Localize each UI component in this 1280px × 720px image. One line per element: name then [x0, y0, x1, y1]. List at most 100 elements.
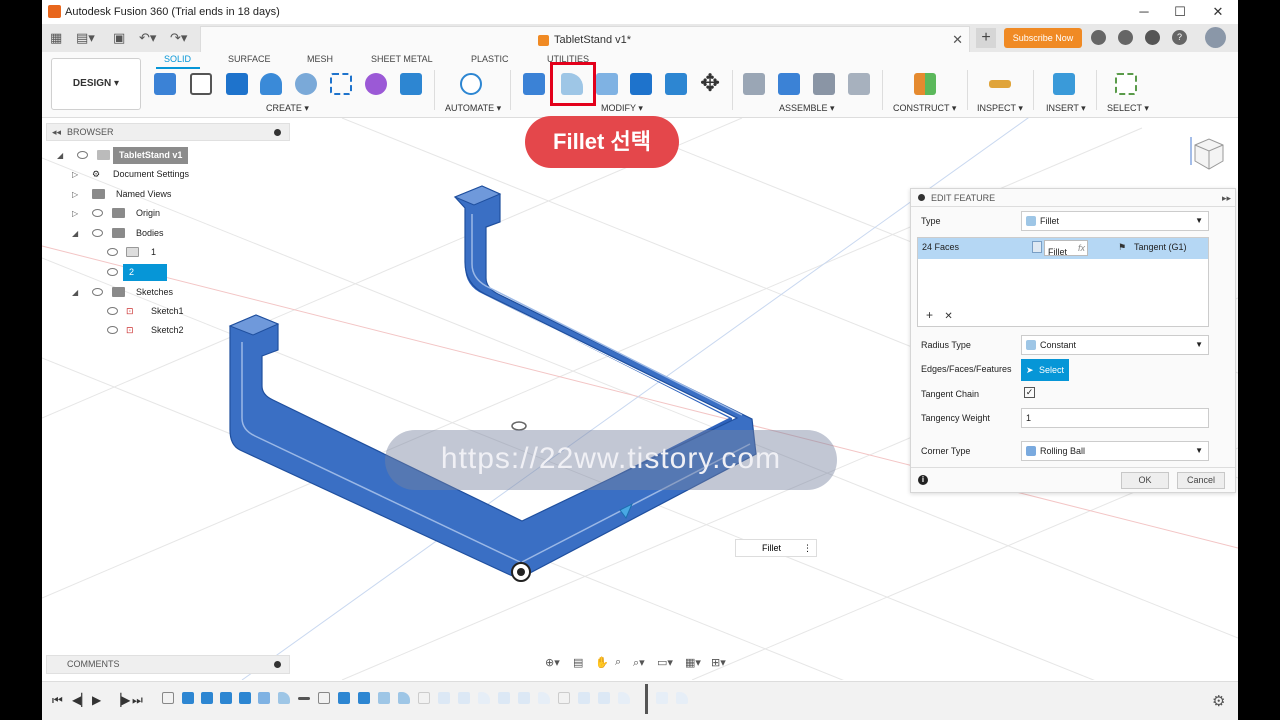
select-tool[interactable] — [1112, 70, 1140, 98]
hidden-eye-icon[interactable] — [107, 307, 118, 315]
look-at-icon[interactable]: ▤ — [573, 656, 583, 669]
browser-item-sketches[interactable]: ◢ Sketches — [72, 284, 232, 301]
expand-triangle-icon[interactable]: ◢ — [57, 147, 63, 164]
user-avatar[interactable] — [1205, 27, 1226, 48]
timeline-chamfer-icon[interactable] — [258, 692, 270, 704]
visibility-eye-icon[interactable] — [77, 151, 88, 159]
edit-feature-header[interactable]: EDIT FEATURE ▸▸ — [911, 189, 1235, 207]
display-settings-icon[interactable]: ▭▾ — [657, 656, 673, 669]
selection-list[interactable]: 24 Faces Fillet fx ⚑ Tangent (G1) + ✕ — [917, 237, 1209, 327]
tablet-stand-body[interactable] — [228, 185, 757, 578]
joint-tool[interactable] — [740, 70, 768, 98]
select-group-label[interactable]: SELECT ▾ — [1107, 103, 1149, 114]
expand-triangle-icon[interactable]: ◢ — [72, 284, 78, 301]
document-tab[interactable]: TabletStand v1* ✕ — [200, 26, 970, 52]
timeline-suppressed-icon[interactable] — [418, 692, 430, 704]
timeline-sketch-icon[interactable] — [318, 692, 330, 704]
timeline-suppressed-icon[interactable] — [498, 692, 510, 704]
close-window-button[interactable]: ✕ — [1205, 3, 1231, 21]
new-component-tool[interactable] — [151, 70, 179, 98]
timeline-suppressed-icon[interactable] — [518, 692, 530, 704]
timeline-suppressed-icon[interactable] — [558, 692, 570, 704]
remove-selection-icon[interactable]: ✕ — [944, 311, 952, 322]
file-menu-icon[interactable]: ▤▾ — [76, 30, 95, 46]
combine-tool[interactable] — [662, 70, 690, 98]
timeline-extrude-icon[interactable] — [182, 692, 194, 704]
hidden-eye-icon[interactable] — [107, 326, 118, 334]
browser-item-named-views[interactable]: ▷ Named Views — [72, 186, 232, 203]
redo-icon[interactable]: ↷▾ — [170, 30, 187, 46]
move-copy-tool[interactable]: ✥ — [696, 70, 724, 98]
fillet-heads-up-input[interactable]: Fillet ⋮ — [735, 539, 817, 557]
tab-plastic[interactable]: PLASTIC — [471, 54, 509, 64]
tab-sheet-metal[interactable]: SHEET METAL — [371, 54, 433, 64]
timeline-suppressed-icon[interactable] — [676, 692, 688, 704]
add-selection-icon[interactable]: + — [926, 308, 933, 322]
subscribe-button[interactable]: Subscribe Now — [1004, 28, 1082, 48]
save-icon[interactable]: ▣ — [113, 30, 125, 46]
browser-item-sketch2[interactable]: ⊡ Sketch2 — [104, 322, 224, 339]
new-tab-button[interactable]: + — [976, 28, 996, 48]
tab-mesh[interactable]: MESH — [307, 54, 333, 64]
expand-triangle-icon[interactable]: ◢ — [72, 225, 78, 242]
comments-panel[interactable]: COMMENTS — [46, 655, 290, 674]
timeline-suppressed-icon[interactable] — [598, 692, 610, 704]
chamfer-tool[interactable] — [593, 70, 621, 98]
hidden-eye-icon[interactable] — [107, 248, 118, 256]
corner-type-select[interactable]: Rolling Ball ▼ — [1021, 441, 1209, 461]
zoom-icon[interactable]: ⌕ — [615, 656, 621, 669]
minimize-button[interactable]: ─ — [1131, 3, 1157, 21]
view-cube[interactable] — [1187, 133, 1227, 173]
timeline-sketch-icon[interactable] — [162, 692, 174, 704]
notifications-icon[interactable] — [1145, 30, 1160, 45]
timeline-suppressed-icon[interactable] — [578, 692, 590, 704]
pan-hand-icon[interactable]: ✋ — [595, 656, 609, 669]
undo-icon[interactable]: ↶▾ — [139, 30, 156, 46]
hidden-eye-icon[interactable] — [92, 209, 103, 217]
timeline-suppressed-icon[interactable] — [478, 692, 490, 704]
workspace-switcher-button[interactable]: DESIGN ▾ — [51, 58, 141, 110]
insert-canvas-tool[interactable] — [1050, 70, 1078, 98]
apps-grid-icon[interactable]: ▦ — [50, 30, 62, 46]
step-back-icon[interactable]: ◀▏ — [72, 693, 90, 707]
as-built-joint-tool[interactable] — [810, 70, 838, 98]
grid-settings-icon[interactable]: ▦▾ — [685, 656, 701, 669]
visibility-eye-icon[interactable] — [107, 268, 118, 276]
ok-button[interactable]: OK — [1121, 472, 1169, 489]
browser-item-document-settings[interactable]: ▷ ⚙ Document Settings — [72, 166, 232, 183]
visibility-eye-icon[interactable] — [92, 288, 103, 296]
type-select[interactable]: Fillet ▼ — [1021, 211, 1209, 231]
info-icon[interactable]: i — [918, 475, 928, 485]
comments-pin-icon[interactable] — [274, 661, 281, 668]
browser-item-body-1[interactable]: 1 — [104, 244, 204, 261]
extrude-tool[interactable] — [223, 70, 251, 98]
new-component-assemble-tool[interactable] — [775, 70, 803, 98]
revolve-tool[interactable] — [257, 70, 285, 98]
timeline-suppressed-icon[interactable] — [618, 692, 630, 704]
timeline-suppressed-icon[interactable] — [538, 692, 550, 704]
edges-select-button[interactable]: ➤ Select — [1021, 359, 1069, 381]
construct-group-label[interactable]: CONSTRUCT ▾ — [893, 103, 956, 114]
go-to-end-icon[interactable]: ⏭ — [132, 693, 143, 708]
tangency-weight-input[interactable]: 1 — [1021, 408, 1209, 428]
timeline-fillet-icon[interactable] — [398, 692, 410, 704]
form-tool[interactable] — [362, 70, 390, 98]
extensions-icon[interactable] — [1091, 30, 1106, 45]
play-icon[interactable]: ▶ — [92, 693, 101, 707]
modify-group-label[interactable]: MODIFY ▾ — [601, 103, 643, 114]
expand-triangle-icon[interactable]: ▷ — [72, 166, 78, 183]
close-tab-button[interactable]: ✕ — [952, 32, 963, 48]
pattern-tool[interactable] — [327, 70, 355, 98]
timeline-move-icon[interactable] — [298, 697, 310, 700]
tab-surface[interactable]: SURFACE — [228, 54, 271, 64]
assemble-group-label[interactable]: ASSEMBLE ▾ — [779, 103, 835, 114]
orbit-icon[interactable]: ⊕▾ — [545, 656, 560, 669]
browser-pin-icon[interactable] — [274, 129, 281, 136]
create-group-label[interactable]: CREATE ▾ — [266, 103, 309, 114]
continuity-value[interactable]: Tangent (G1) — [1134, 242, 1187, 252]
selection-row[interactable]: 24 Faces Fillet fx ⚑ Tangent (G1) — [918, 238, 1208, 259]
timeline-suppressed-icon[interactable] — [458, 692, 470, 704]
tab-solid[interactable]: SOLID — [164, 54, 191, 64]
timeline-settings-gear-icon[interactable]: ⚙ — [1212, 692, 1225, 710]
fit-zoom-icon[interactable]: ⌕▾ — [633, 656, 645, 670]
